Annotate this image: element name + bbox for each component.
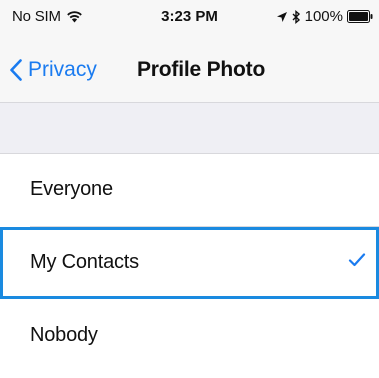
option-nobody[interactable]: Nobody [0,300,379,372]
back-button[interactable]: Privacy [10,58,97,82]
bluetooth-icon [292,9,301,24]
page-title: Profile Photo [137,58,266,81]
battery-percent: 100% [304,8,343,25]
option-label: My Contacts [30,251,139,273]
status-bar: No SIM 3:23 PM 100% [0,0,379,40]
option-label: Everyone [30,178,113,200]
option-my-contacts[interactable]: My Contacts [0,227,379,299]
battery-icon [347,10,373,23]
option-label: Nobody [30,324,98,346]
chevron-left-icon [10,59,22,81]
back-button-label: Privacy [28,58,97,81]
profile-photo-screen: No SIM 3:23 PM 100% Privacy Profile Phot… [0,0,379,378]
option-everyone[interactable]: Everyone [0,154,379,226]
location-icon [276,11,288,23]
navigation-bar: Privacy Profile Photo [0,40,379,102]
section-header [0,102,379,154]
checkmark-icon [348,252,366,273]
status-right: 100% [276,8,373,25]
